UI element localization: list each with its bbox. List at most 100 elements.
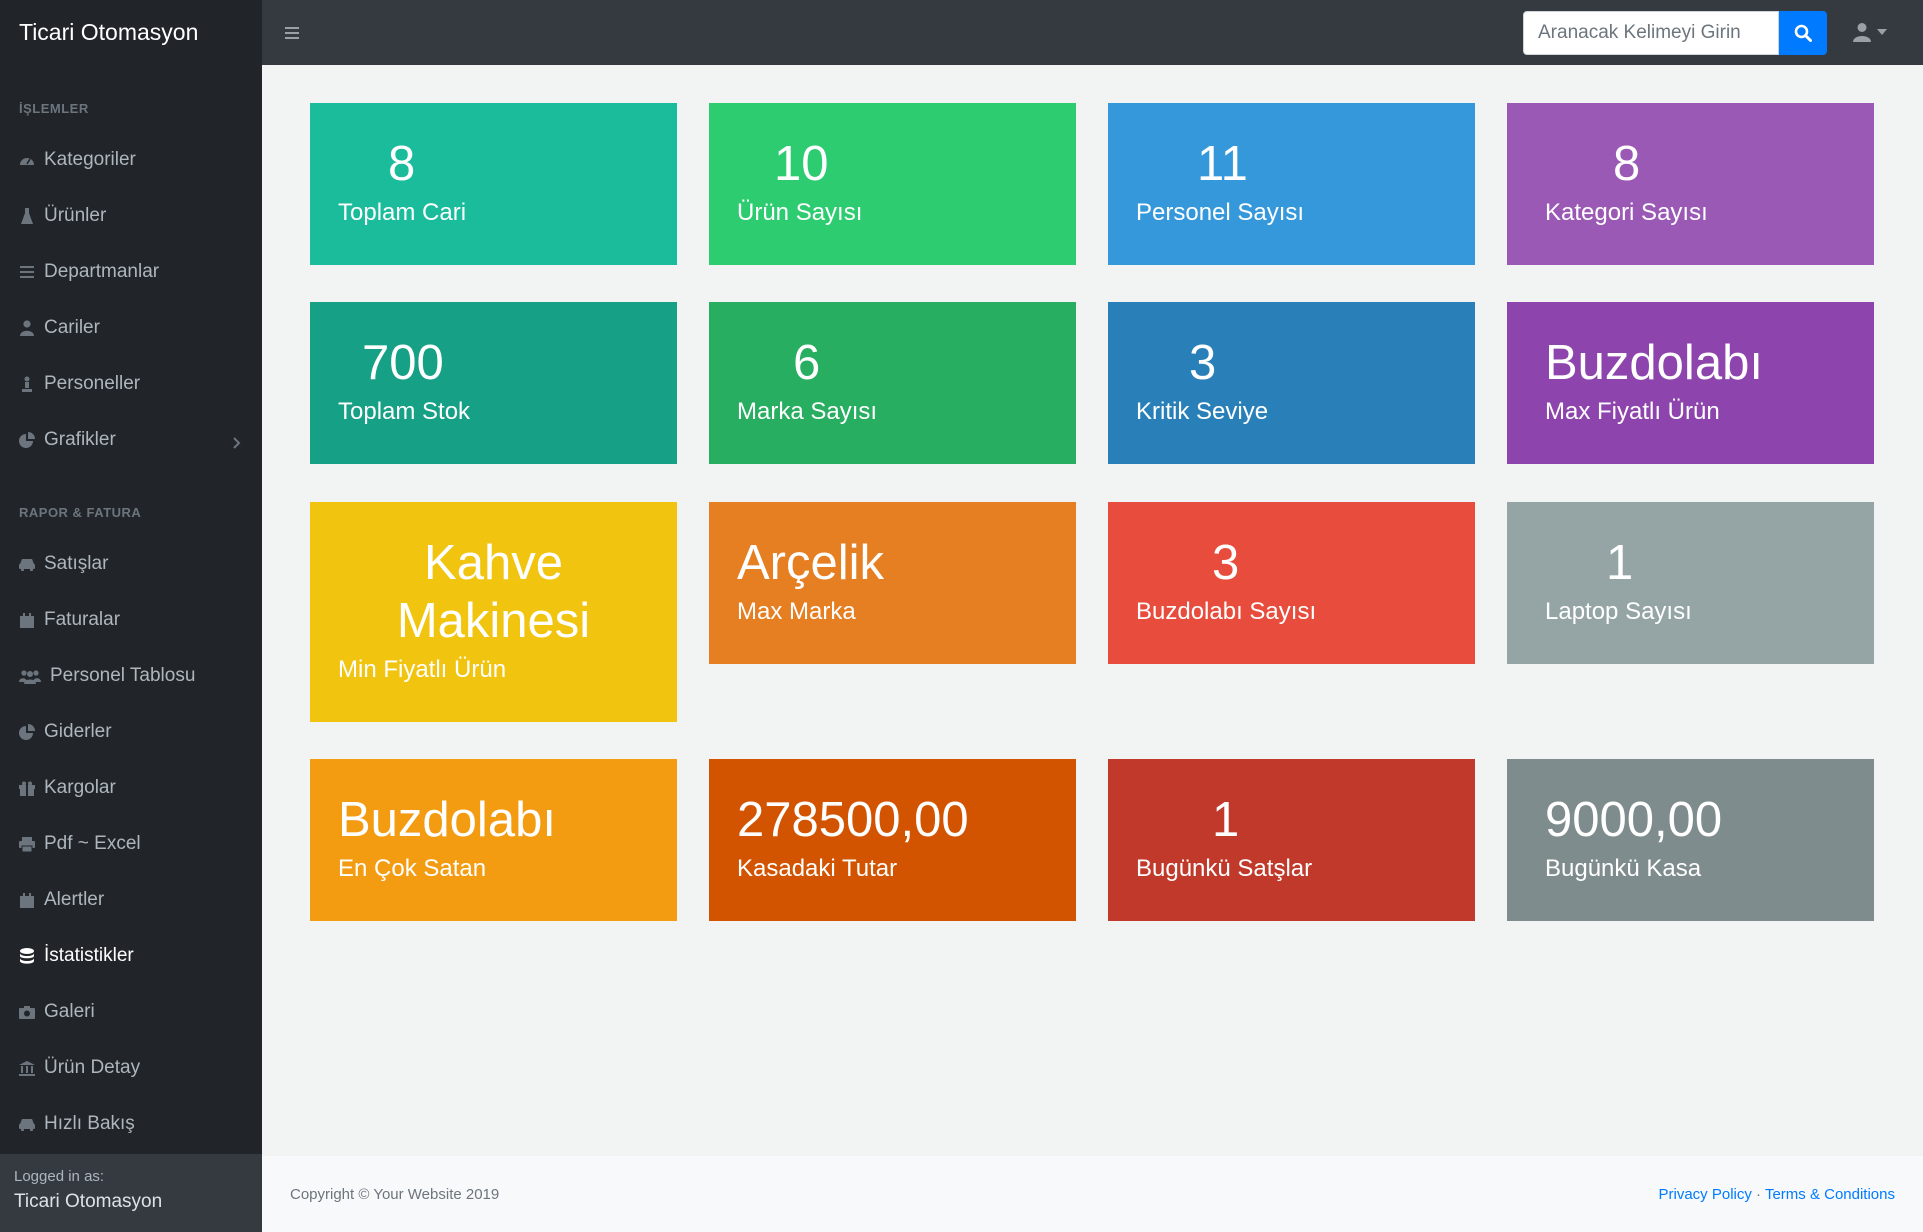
copyright-text: Copyright © Your Website 2019 xyxy=(290,1185,500,1203)
stat-value: Buzdolabı xyxy=(338,793,556,847)
stat-label: Personel Sayısı xyxy=(1136,199,1305,226)
sidebar-item-galeri[interactable]: Galeri xyxy=(0,991,262,1033)
car-icon xyxy=(19,1116,35,1132)
sidebar-item-departmanlar[interactable]: Departmanlar xyxy=(0,251,262,293)
stat-label: Toplam Stok xyxy=(338,398,471,425)
sidebar-item-hizli-bakis[interactable]: Hızlı Bakış xyxy=(0,1103,262,1145)
stat-value: 9000,00 xyxy=(1545,793,1723,847)
sidebar-item-label: Kategoriler xyxy=(44,149,136,170)
sidebar-item-label: Cariler xyxy=(44,317,100,338)
user-icon xyxy=(19,320,35,336)
sidebar-item-label: Pdf ~ Excel xyxy=(44,833,141,854)
stat-card-kasadaki-tutar: 278500,00 Kasadaki Tutar xyxy=(709,759,1076,921)
sidebar-item-personeller[interactable]: Personeller xyxy=(0,363,262,405)
sidebar-item-label: Satışlar xyxy=(44,553,109,574)
sidebar-item-grafikler[interactable]: Grafikler xyxy=(0,419,262,461)
footer-separator: · xyxy=(1756,1185,1762,1203)
stat-card-kategori-sayisi: 8 Kategori Sayısı xyxy=(1507,103,1874,265)
stat-label: Buzdolabı Sayısı xyxy=(1136,598,1317,625)
sidebar-item-label: Faturalar xyxy=(44,609,121,630)
sidebar-item-pdf-excel[interactable]: Pdf ~ Excel xyxy=(0,823,262,865)
privacy-policy-link[interactable]: Privacy Policy xyxy=(1659,1186,1752,1203)
bank-icon xyxy=(19,1060,35,1076)
stat-card-urun-sayisi: 10 Ürün Sayısı xyxy=(709,103,1076,265)
stat-card-toplam-stok: 700 Toplam Stok xyxy=(310,302,677,464)
sidebar-item-giderler[interactable]: Giderler xyxy=(0,711,262,753)
stat-value: 11 xyxy=(1197,137,1248,191)
stat-label: Laptop Sayısı xyxy=(1545,598,1692,625)
stat-label: Max Fiyatlı Ürün xyxy=(1545,398,1720,425)
stat-value: 10 xyxy=(774,137,829,191)
sidebar-item-alertler[interactable]: Alertler xyxy=(0,879,262,921)
user-dropdown[interactable] xyxy=(1853,16,1887,48)
sidebar-item-label: Grafikler xyxy=(44,429,116,450)
sidebar-item-urun-detay[interactable]: Ürün Detay xyxy=(0,1047,262,1089)
stat-value: Arçelik xyxy=(737,536,885,590)
database-icon xyxy=(19,948,35,964)
sidebar-item-label: Personel Tablosu xyxy=(50,665,196,686)
sidebar-item-label: Personeller xyxy=(44,373,141,394)
calendar-icon xyxy=(19,612,35,628)
terms-conditions-link[interactable]: Terms & Conditions xyxy=(1765,1186,1895,1203)
sidebar-item-label: Ürün Detay xyxy=(44,1057,141,1078)
stat-card-bugunku-kasa: 9000,00 Bugünkü Kasa xyxy=(1507,759,1874,921)
sidebar-item-label: İstatistikler xyxy=(44,945,134,966)
sidebar-item-label: Alertler xyxy=(44,889,105,910)
sidebar-item-label: Ürünler xyxy=(44,205,107,226)
person-icon xyxy=(19,376,35,392)
sidebar-footer: Logged in as: Ticari Otomasyon xyxy=(0,1154,262,1232)
stat-value: 3 xyxy=(1189,336,1217,390)
car-icon xyxy=(19,556,35,572)
stat-value: 3 xyxy=(1212,536,1240,590)
stat-card-bugunku-satislar: 1 Bugünkü Satşlar xyxy=(1108,759,1475,921)
logged-in-label: Logged in as: xyxy=(14,1168,105,1185)
stat-card-max-fiyatli-urun: Buzdolabı Max Fiyatlı Ürün xyxy=(1507,302,1874,464)
sidebar-item-kategoriler[interactable]: Kategoriler xyxy=(0,139,262,181)
sidebar-item-faturalar[interactable]: Faturalar xyxy=(0,599,262,641)
sidebar-heading-islemler: İŞLEMLER xyxy=(19,100,89,116)
pie-chart-icon xyxy=(19,724,35,740)
page-footer: Copyright © Your Website 2019 Privacy Po… xyxy=(262,1156,1923,1232)
dashboard-icon xyxy=(19,152,35,168)
stat-card-toplam-cari: 8 Toplam Cari xyxy=(310,103,677,265)
sidebar-heading-rapor: RAPOR & FATURA xyxy=(19,504,142,520)
calendar-icon xyxy=(19,892,35,908)
sidebar-item-satislar[interactable]: Satışlar xyxy=(0,543,262,585)
bars-icon xyxy=(285,26,299,39)
search-input[interactable] xyxy=(1523,11,1779,55)
stat-value: 8 xyxy=(388,137,416,191)
stat-label: Ürün Sayısı xyxy=(737,199,863,226)
sidebar-item-cariler[interactable]: Cariler xyxy=(0,307,262,349)
sidebar-item-istatistikler[interactable]: İstatistikler xyxy=(0,935,262,977)
sidebar-item-kargolar[interactable]: Kargolar xyxy=(0,767,262,809)
stat-card-en-cok-satan: Buzdolabı En Çok Satan xyxy=(310,759,677,921)
app-brand[interactable]: Ticari Otomasyon xyxy=(0,0,262,65)
sidebar-item-label: Departmanlar xyxy=(44,261,160,282)
sidebar-item-label: Galeri xyxy=(44,1001,95,1022)
sidebar: İŞLEMLER Kategoriler Ürünler Departmanla… xyxy=(0,65,262,1232)
top-navbar: Ticari Otomasyon xyxy=(0,0,1923,65)
sidebar-item-urunler[interactable]: Ürünler xyxy=(0,195,262,237)
stat-value: 8 xyxy=(1613,137,1641,191)
search-form xyxy=(1523,11,1827,55)
bars-icon xyxy=(19,264,35,280)
sidebar-toggle-button[interactable] xyxy=(272,13,312,53)
stat-value-line1: Kahve xyxy=(424,536,563,590)
stat-label: En Çok Satan xyxy=(338,855,487,882)
sidebar-item-label: Giderler xyxy=(44,721,112,742)
stat-card-personel-sayisi: 11 Personel Sayısı xyxy=(1108,103,1475,265)
stat-card-kritik-seviye: 3 Kritik Seviye xyxy=(1108,302,1475,464)
stat-value: Buzdolabı xyxy=(1545,336,1763,390)
gift-icon xyxy=(19,780,35,796)
stat-label: Kasadaki Tutar xyxy=(737,855,898,882)
stat-card-min-fiyatli-urun: Kahve Makinesi Min Fiyatlı Ürün xyxy=(310,502,677,722)
chevron-right-icon xyxy=(233,433,241,455)
stat-value: 1 xyxy=(1212,793,1240,847)
stat-label: Marka Sayısı xyxy=(737,398,878,425)
pie-chart-icon xyxy=(19,432,35,448)
stat-label: Max Marka xyxy=(737,598,856,625)
sidebar-item-label: Kargolar xyxy=(44,777,116,798)
sidebar-item-personel-tablosu[interactable]: Personel Tablosu xyxy=(0,655,262,697)
stat-label: Kategori Sayısı xyxy=(1545,199,1708,226)
search-button[interactable] xyxy=(1779,11,1827,55)
